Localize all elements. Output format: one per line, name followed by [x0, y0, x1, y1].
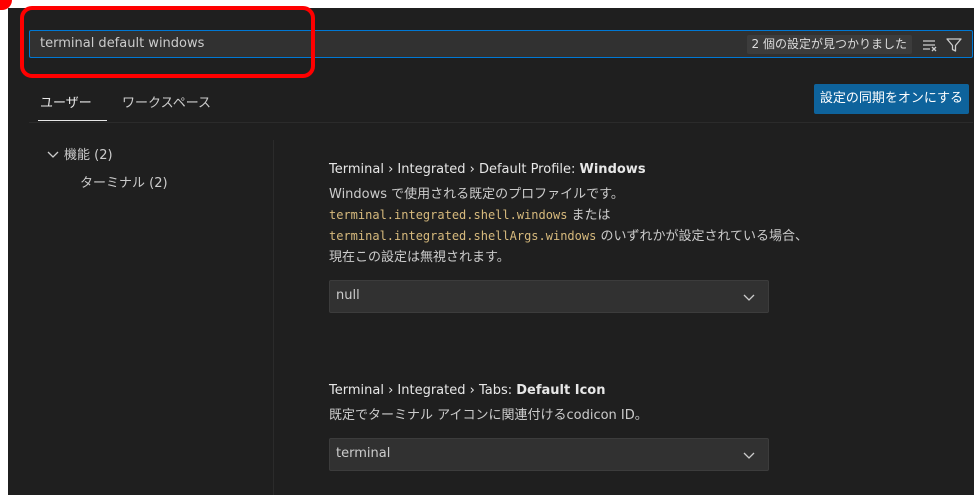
turn-on-settings-sync-button[interactable]: 設定の同期をオンにする [813, 84, 969, 114]
setting-description: Windows で使用される既定のプロファイルです。 terminal.inte… [329, 184, 969, 268]
setting-description: 既定でターミナル アイコンに関連付けるcodicon ID。 [329, 405, 969, 426]
toc-group-features[interactable]: 機能 (2) [46, 144, 113, 163]
setting-title-key: Default Icon [516, 383, 606, 398]
chevron-down-icon [47, 151, 59, 158]
settings-search-input[interactable] [40, 31, 640, 57]
setting-code-link[interactable]: terminal.integrated.shell.windows [329, 208, 567, 222]
tabs-divider [29, 122, 973, 123]
setting-desc-line: 既定でターミナル アイコンに関連付けるcodicon ID。 [329, 408, 648, 423]
default-profile-select[interactable]: null [329, 280, 769, 313]
toc-item-terminal[interactable]: ターミナル (2) [80, 172, 168, 191]
search-result-count: 2 個の設定が見つかりました [746, 35, 912, 54]
setting-default-profile-windows: Terminal › Integrated › Default Profile:… [329, 160, 969, 313]
setting-desc-line: 現在この設定は無視されます。 [329, 250, 510, 265]
setting-tabs-default-icon: Terminal › Integrated › Tabs: Default Ic… [329, 381, 969, 471]
clear-filter-icon[interactable] [920, 35, 940, 55]
active-tab-indicator [38, 120, 107, 121]
settings-search-box[interactable]: 2 個の設定が見つかりました [29, 30, 973, 58]
select-value: terminal [336, 446, 391, 461]
tab-workspace[interactable]: ワークスペース [122, 92, 211, 111]
setting-code-link[interactable]: terminal.integrated.shellArgs.windows [329, 229, 596, 243]
tab-user[interactable]: ユーザー [40, 92, 92, 111]
filter-icon[interactable] [944, 35, 964, 55]
setting-desc-line: Windows で使用される既定のプロファイルです。 [329, 187, 624, 202]
settings-editor: 2 個の設定が見つかりました ユーザー ワークスペース 設定の同期をオンにする … [8, 8, 974, 495]
toc-group-label: 機能 (2) [64, 148, 113, 163]
default-icon-select[interactable]: terminal [329, 438, 769, 471]
setting-title: Terminal › Integrated › Tabs: Default Ic… [329, 381, 969, 401]
toc-divider [273, 140, 274, 495]
setting-title: Terminal › Integrated › Default Profile:… [329, 160, 969, 180]
chevron-down-icon [743, 452, 755, 459]
setting-title-key: Windows [579, 162, 646, 177]
setting-desc-text: のいずれかが設定されている場合、 [596, 229, 809, 244]
setting-title-prefix: Terminal › Integrated › Tabs: [329, 383, 517, 398]
select-value: null [336, 288, 360, 303]
setting-desc-text: または [567, 208, 611, 223]
chevron-down-icon [743, 294, 755, 301]
setting-title-prefix: Terminal › Integrated › Default Profile: [329, 162, 580, 177]
